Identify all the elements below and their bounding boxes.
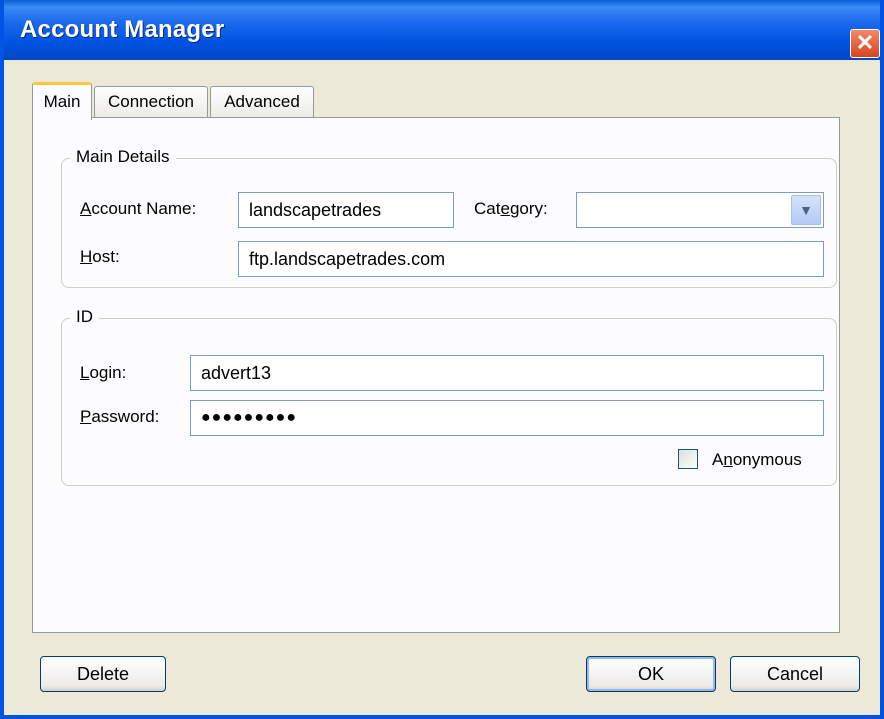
ok-button[interactable]: OK	[586, 656, 716, 692]
main-details-group: Main Details Account Name: landscapetrad…	[61, 147, 837, 288]
account-name-field[interactable]: landscapetrades	[238, 192, 454, 228]
password-field[interactable]: ●●●●●●●●●	[190, 400, 824, 436]
window-title: Account Manager	[20, 16, 225, 43]
id-legend: ID	[70, 307, 99, 327]
account-manager-window: Account Manager ✕ Main Connection Advanc…	[0, 0, 884, 719]
title-bar[interactable]: Account Manager	[4, 0, 880, 60]
id-group: ID Login: advert13 Password: ●●●●●●●●● A…	[61, 307, 837, 486]
close-icon: ✕	[855, 30, 875, 55]
main-details-legend: Main Details	[70, 147, 176, 167]
close-button[interactable]: ✕	[850, 29, 880, 58]
tab-main[interactable]: Main	[32, 82, 92, 120]
password-label: Password:	[80, 407, 160, 426]
tab-advanced[interactable]: Advanced	[210, 86, 314, 118]
tab-panel-main: Main Details Account Name: landscapetrad…	[32, 117, 840, 633]
login-label: Login:	[80, 363, 127, 382]
account-name-label: Account Name:	[80, 199, 197, 218]
chevron-down-icon[interactable]: ▼	[791, 195, 821, 225]
category-label: Category:	[474, 199, 548, 218]
delete-button[interactable]: Delete	[40, 656, 166, 692]
login-field[interactable]: advert13	[190, 355, 824, 391]
tab-connection[interactable]: Connection	[94, 86, 208, 118]
category-select[interactable]: ▼	[576, 192, 824, 228]
host-label: Host:	[80, 247, 120, 266]
anonymous-checkbox[interactable]	[678, 449, 698, 469]
host-field[interactable]: ftp.landscapetrades.com	[238, 241, 824, 277]
anonymous-label[interactable]: Anonymous	[712, 450, 802, 470]
cancel-button[interactable]: Cancel	[730, 656, 860, 692]
